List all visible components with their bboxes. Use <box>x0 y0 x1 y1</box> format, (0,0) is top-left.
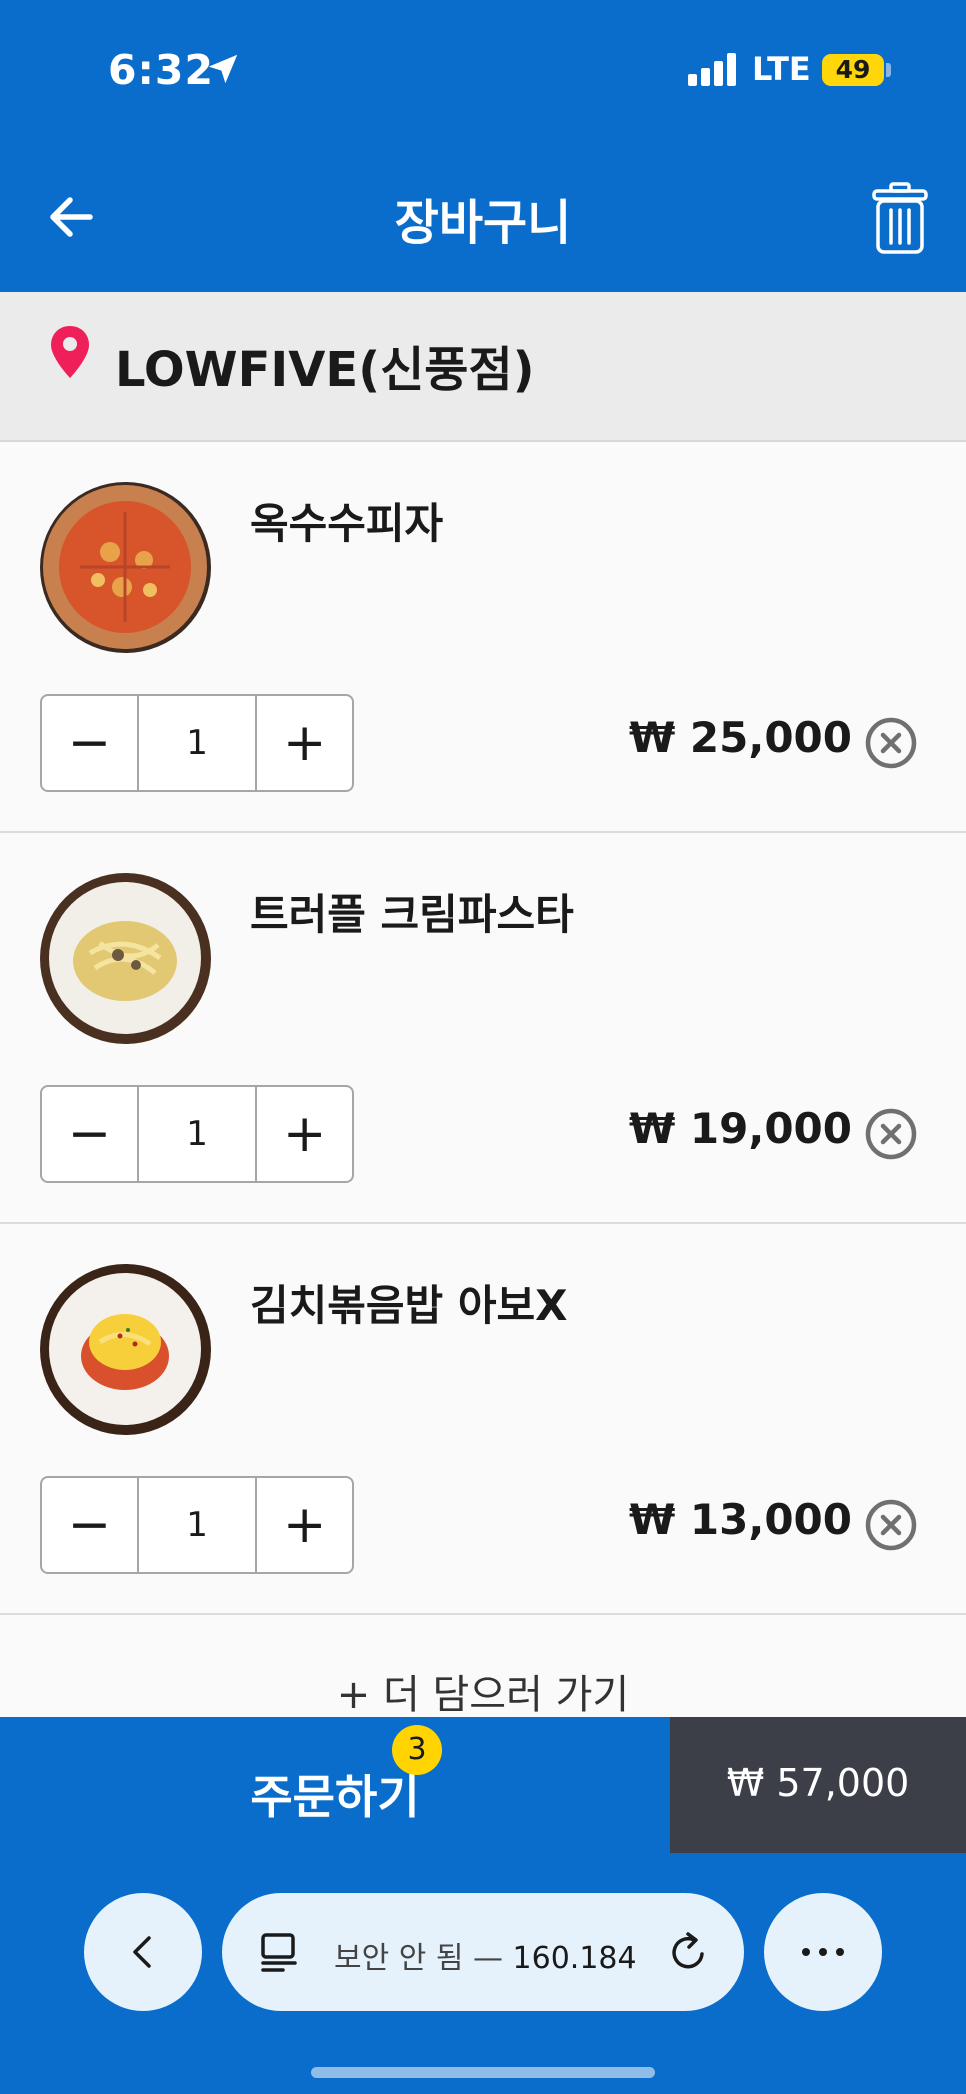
decrease-quantity-button[interactable]: − <box>42 1478 137 1572</box>
battery-level: 49 <box>835 55 871 84</box>
quantity-stepper: − 1 + <box>40 1476 354 1574</box>
quantity-stepper: − 1 + <box>40 1085 354 1183</box>
corn-pizza-image <box>40 482 211 653</box>
total-price-box: ₩ 57,000 <box>670 1717 966 1853</box>
location-pin-icon <box>51 326 89 378</box>
trash-icon[interactable] <box>870 181 930 255</box>
order-button[interactable]: 주문하기 3 <box>0 1717 670 1853</box>
location-arrow-icon <box>208 54 238 84</box>
order-button-label: 주문하기 <box>250 1770 420 1824</box>
decrease-quantity-button[interactable]: − <box>42 1087 137 1181</box>
item-price: ₩ 25,000 <box>628 713 852 762</box>
item-count-badge: 3 <box>392 1725 442 1775</box>
more-horizontal-icon <box>802 1948 844 1956</box>
cart-item: 옥수수피자 − 1 + ₩ 25,000 <box>0 442 966 833</box>
order-bar: 주문하기 3 ₩ 57,000 <box>0 1717 966 1853</box>
remove-item-icon[interactable] <box>864 1107 918 1161</box>
increase-quantity-button[interactable]: + <box>257 1087 352 1181</box>
add-more-link[interactable]: + 더 담으러 가기 <box>0 1662 966 1717</box>
page-menu-icon[interactable] <box>258 1931 300 1973</box>
item-price: ₩ 13,000 <box>628 1495 852 1544</box>
quantity-value: 1 <box>136 1087 258 1181</box>
quantity-value: 1 <box>136 696 258 790</box>
item-name: 옥수수피자 <box>250 499 444 548</box>
quantity-value: 1 <box>136 1478 258 1572</box>
status-bar: 6:32 LTE 49 <box>0 0 966 145</box>
remove-item-icon[interactable] <box>864 716 918 770</box>
battery-nub <box>886 63 891 77</box>
battery-icon: 49 <box>822 54 884 86</box>
browser-back-button[interactable] <box>84 1893 202 2011</box>
increase-quantity-button[interactable]: + <box>257 696 352 790</box>
nav-bar: 장바구니 <box>0 145 966 292</box>
browser-toolbar: 보안 안 됨 — 160.184 <box>0 1853 966 2094</box>
network-type: LTE <box>752 50 811 88</box>
cart-list: 옥수수피자 − 1 + ₩ 25,000 트러플 크림파스타 − 1 + ₩ 1… <box>0 442 966 1717</box>
quantity-stepper: − 1 + <box>40 694 354 792</box>
chevron-left-icon <box>133 1936 151 1968</box>
total-price: ₩ 57,000 <box>726 1761 910 1805</box>
cart-item: 트러플 크림파스타 − 1 + ₩ 19,000 <box>0 833 966 1224</box>
decrease-quantity-button[interactable]: − <box>42 696 137 790</box>
home-indicator <box>311 2067 655 2078</box>
reload-icon[interactable] <box>666 1929 712 1975</box>
security-status: 보안 안 됨 — <box>334 1941 513 1976</box>
store-header: LOWFIVE(신풍점) <box>0 292 966 442</box>
item-price: ₩ 19,000 <box>628 1104 852 1153</box>
remove-item-icon[interactable] <box>864 1498 918 1552</box>
increase-quantity-button[interactable]: + <box>257 1478 352 1572</box>
browser-more-button[interactable] <box>764 1893 882 2011</box>
address-bar[interactable]: 보안 안 됨 — 160.184 <box>222 1893 744 2011</box>
status-time: 6:32 <box>108 46 214 94</box>
truffle-pasta-image <box>40 873 211 1044</box>
item-name: 김치볶음밥 아보X <box>250 1281 568 1330</box>
cart-item: 김치볶음밥 아보X − 1 + ₩ 13,000 <box>0 1224 966 1615</box>
url-host: 160.184 <box>512 1941 637 1976</box>
item-name: 트러플 크림파스타 <box>250 890 574 939</box>
kimchi-fried-rice-image <box>40 1264 211 1435</box>
page-title: 장바구니 <box>394 195 572 251</box>
cell-signal-icon <box>688 52 736 86</box>
url-text: 보안 안 됨 — 160.184 <box>334 1933 637 1977</box>
store-name: LOWFIVE(신풍점) <box>115 342 535 398</box>
